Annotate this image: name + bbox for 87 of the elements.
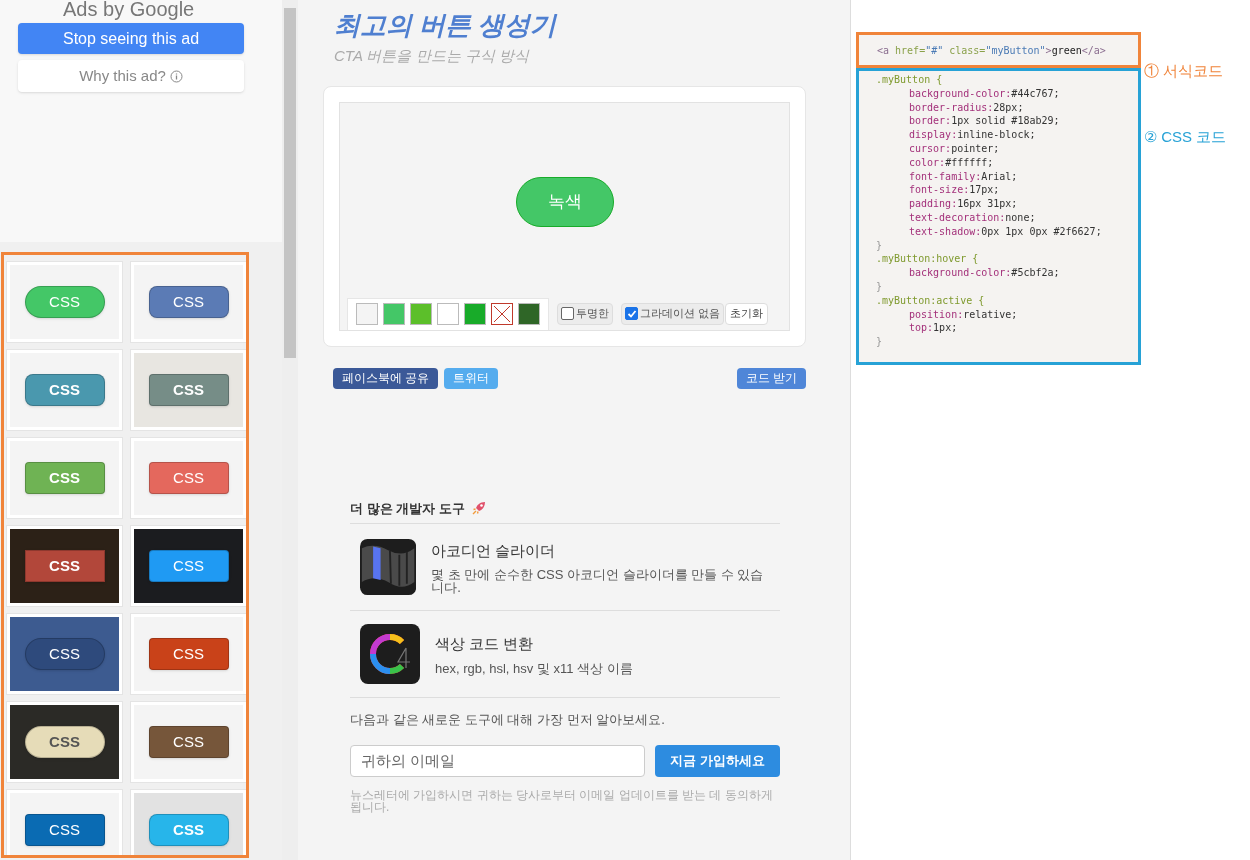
ad-attribution: Ads by Google: [63, 0, 195, 22]
color-swatch[interactable]: [356, 303, 378, 325]
button-preview-tile[interactable]: CSS: [134, 617, 243, 691]
css-button-sample[interactable]: CSS: [24, 374, 105, 406]
check-icon: [626, 308, 637, 319]
css-button-sample[interactable]: CSS: [148, 638, 229, 670]
css-button-sample[interactable]: CSS: [148, 374, 229, 406]
no-color-swatch[interactable]: [491, 303, 513, 325]
button-preview-tile[interactable]: CSS: [134, 793, 243, 855]
code-line: border-radius:28px;: [908, 100, 1024, 115]
css-button-sample[interactable]: CSS: [24, 286, 105, 318]
css-button-sample[interactable]: CSS: [24, 726, 105, 758]
button-preview-tile[interactable]: CSS: [134, 353, 243, 427]
code-line: .myButton:hover {: [876, 252, 979, 267]
checkbox[interactable]: [625, 307, 638, 320]
code-line: display:inline-block;: [908, 128, 1036, 142]
rocket-icon: [470, 500, 487, 517]
page-title: 최고의 버튼 생성기: [334, 9, 559, 42]
color-swatch[interactable]: [410, 303, 432, 325]
accordion-slider-icon: [360, 537, 417, 597]
color-wheel-icon: [360, 624, 420, 684]
button-preview-tile[interactable]: CSS: [10, 705, 119, 779]
css-button-sample[interactable]: CSS: [24, 462, 105, 494]
facebook-share-button[interactable]: 페이스북에 공유: [333, 367, 439, 389]
color-swatch[interactable]: [518, 303, 540, 325]
code-line: border:1px solid #18ab29;: [908, 114, 1060, 129]
annotation-label: ① 서식코드: [1144, 61, 1225, 81]
color-swatch[interactable]: [437, 303, 459, 325]
css-button-sample[interactable]: CSS: [24, 814, 105, 846]
code-line: font-family:Arial;: [908, 169, 1018, 184]
css-button-sample[interactable]: CSS: [24, 638, 105, 670]
code-line: color:#ffffff;: [908, 155, 994, 170]
button-preview-tile[interactable]: CSS: [10, 529, 119, 603]
option-checkbox[interactable]: 투명한: [557, 302, 613, 325]
why-ad-button[interactable]: Why this ad?: [18, 60, 244, 92]
code-line: }: [876, 335, 883, 349]
tool-description: 몇 초 만에 순수한 CSS 아코디언 슬라이더를 만들 수 있습니다.: [431, 568, 765, 595]
code-line: position:relative;: [908, 307, 1018, 322]
signup-button[interactable]: 지금 가입하세요: [655, 744, 780, 777]
button-preview-tile[interactable]: CSS: [134, 529, 243, 603]
annotation-label: ② CSS 코드: [1144, 126, 1227, 147]
disclaimer-text: 뉴스레터에 가입하시면 귀하는 당사로부터 이메일 업데이트를 받는 데 동의하게 됩니다.: [350, 788, 774, 813]
code-line: background-color:#5cbf2a;: [908, 266, 1060, 280]
button-preview-tile[interactable]: CSS: [134, 441, 243, 515]
twitter-share-button[interactable]: 트위터: [444, 367, 499, 389]
code-line: text-decoration:none;: [908, 210, 1036, 225]
section-heading: 더 많은 개발자 도구: [350, 499, 465, 518]
css-button-sample[interactable]: CSS: [148, 814, 229, 846]
button-preview-tile[interactable]: CSS: [10, 265, 119, 339]
reset-button[interactable]: 초기화: [725, 302, 769, 325]
css-button-sample[interactable]: CSS: [148, 726, 229, 758]
button-preview-tile[interactable]: CSS: [10, 793, 119, 855]
newsletter-text: 다음과 같은 새로운 도구에 대해 가장 먼저 알아보세요.: [350, 711, 666, 729]
code-line: <a href="#" class="myButton">green</a>: [877, 43, 1106, 58]
css-button-sample[interactable]: CSS: [24, 550, 105, 582]
email-field[interactable]: 귀하의 이메일: [350, 744, 645, 777]
color-swatch[interactable]: [383, 303, 405, 325]
stop-ad-button[interactable]: Stop seeing this ad: [18, 23, 244, 54]
tool-title[interactable]: 색상 코드 변환: [435, 633, 633, 656]
code-line: cursor:pointer;: [908, 142, 1000, 156]
button-preview-tile[interactable]: CSS: [10, 441, 119, 515]
color-swatch[interactable]: [464, 303, 486, 325]
tool-title[interactable]: 아코디언 슬라이더: [431, 539, 770, 563]
info-icon: [169, 69, 183, 83]
page-subtitle: CTA 버튼을 만드는 구식 방식: [334, 46, 531, 66]
code-line: text-shadow:0px 1px 0px #2f6627;: [908, 224, 1102, 239]
code-line: top:1px;: [908, 321, 958, 336]
css-button-sample[interactable]: CSS: [148, 462, 229, 494]
button-preview-tile[interactable]: CSS: [134, 705, 243, 779]
option-checkbox[interactable]: 그라데이션 없음: [621, 302, 725, 325]
css-button-sample[interactable]: CSS: [148, 550, 229, 582]
button-preview-tile[interactable]: CSS: [134, 265, 243, 339]
code-line: .myButton {: [876, 73, 943, 87]
code-line: }: [876, 238, 883, 253]
code-line: font-size:17px;: [908, 183, 1000, 198]
css-button-sample[interactable]: CSS: [148, 286, 229, 318]
code-line: .myButton:active {: [876, 293, 985, 308]
code-line: background-color:#44c767;: [908, 86, 1060, 101]
button-preview-tile[interactable]: CSS: [10, 353, 119, 427]
tool-description: hex, rgb, hsl, hsv 및 x11 색상 이름: [435, 661, 633, 675]
get-code-button[interactable]: 코드 받기: [736, 367, 806, 389]
code-line: padding:16px 31px;: [908, 197, 1018, 211]
scrollbar[interactable]: [282, 0, 298, 860]
checkbox[interactable]: [561, 307, 574, 320]
code-line: }: [876, 279, 883, 294]
preview-button[interactable]: 녹색: [515, 177, 614, 227]
button-preview-tile[interactable]: CSS: [10, 617, 119, 691]
